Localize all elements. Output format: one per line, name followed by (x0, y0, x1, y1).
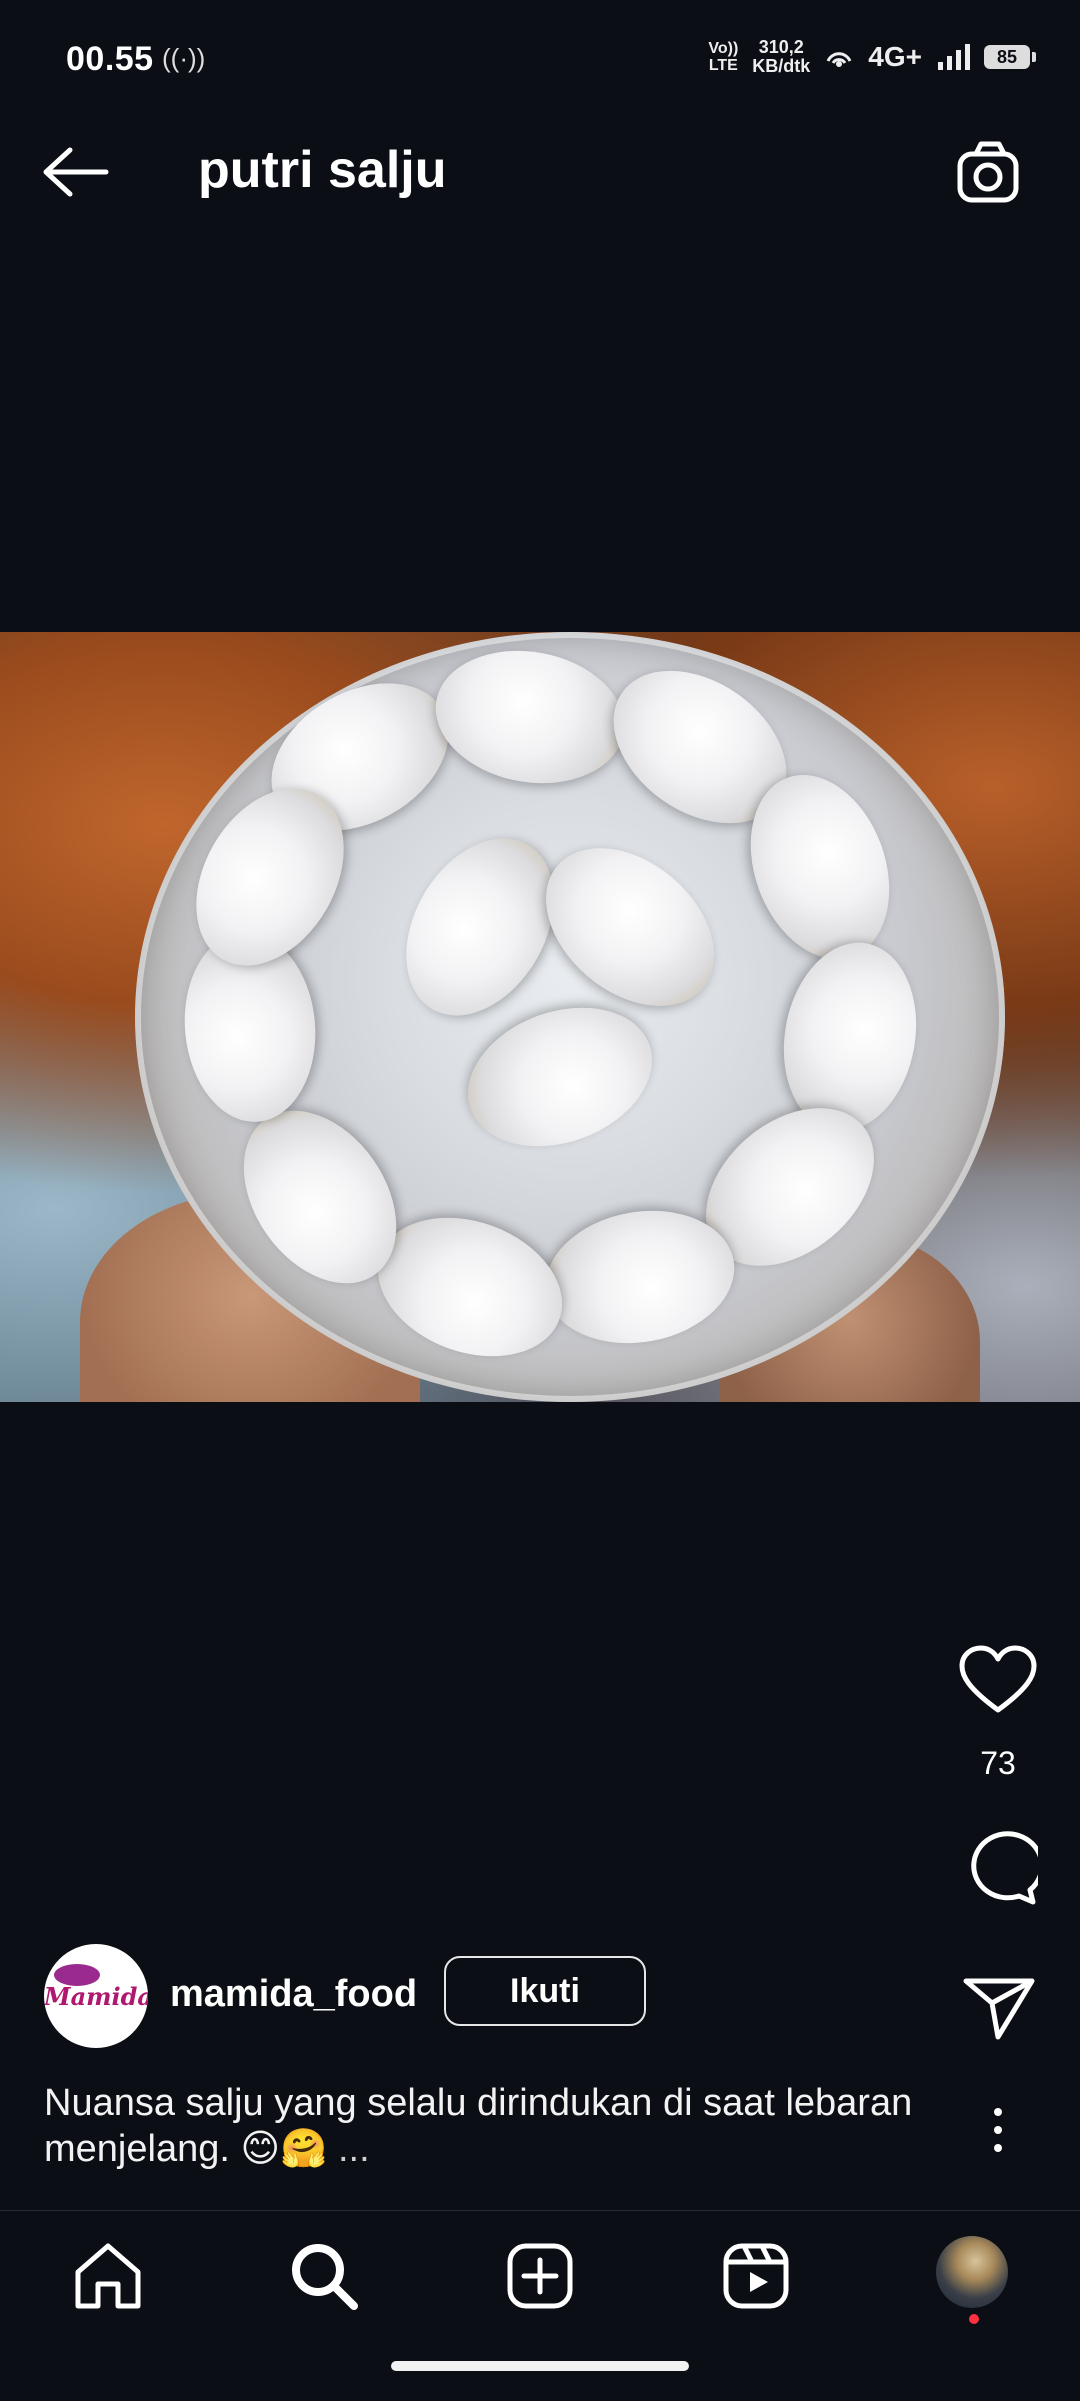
hotspot-icon: ((·)) (162, 43, 206, 73)
battery-icon: 85 (984, 45, 1036, 69)
page-title: putri salju (198, 141, 447, 199)
author-avatar[interactable]: Mamida (44, 1944, 148, 2048)
notification-dot (969, 2314, 979, 2324)
nav-reels[interactable] (716, 2236, 796, 2316)
cookie (425, 636, 635, 798)
back-button[interactable] (40, 142, 112, 202)
network-speed: 310,2 KB/dtk (752, 37, 811, 76)
nav-create[interactable] (500, 2236, 580, 2316)
camera-button[interactable] (954, 138, 1026, 206)
signal-icon (938, 44, 970, 70)
author-username[interactable]: mamida_food (170, 1973, 417, 2016)
send-icon (963, 1978, 1035, 2040)
network-type: 4G+ (868, 41, 922, 72)
search-icon (292, 2244, 358, 2310)
nav-profile-avatar[interactable] (936, 2236, 1008, 2308)
caption-text: Nuansa salju yang selalu dirindukan di s… (44, 2082, 913, 2170)
reels-icon (723, 2243, 789, 2309)
follow-button[interactable]: Ikuti (444, 1956, 646, 2026)
avatar-logo-text: Mamida (44, 1982, 148, 2011)
caption-more[interactable]: ... (327, 2128, 370, 2170)
home-icon (75, 2243, 141, 2309)
cookie-jar-image (135, 632, 1005, 1402)
cookie (769, 932, 931, 1142)
status-bar: 00.55 ((·)) Vo)) LTE 310,2 KB/dtk 4G+ 85 (0, 0, 1080, 100)
wifi-hotspot-icon (826, 52, 852, 67)
more-options-button[interactable] (982, 2104, 1014, 2156)
nav-search[interactable] (284, 2236, 364, 2316)
status-indicators: Vo)) LTE 310,2 KB/dtk 4G+ 85 (708, 37, 1036, 76)
heart-icon (959, 1645, 1037, 1713)
camera-icon (957, 141, 1019, 203)
add-icon (507, 2243, 573, 2309)
home-indicator[interactable] (391, 2361, 689, 2371)
cookie (448, 983, 672, 1171)
nav-home[interactable] (68, 2236, 148, 2316)
like-button[interactable] (958, 1644, 1038, 1716)
like-count: 73 (980, 1745, 1016, 1781)
status-time: 00.55 (66, 40, 154, 78)
share-button[interactable] (962, 1975, 1036, 2041)
post-image[interactable] (0, 632, 1080, 1402)
comment-icon (971, 1831, 1045, 1905)
more-vertical-icon (994, 2108, 1002, 2152)
comment-button[interactable] (958, 1830, 1045, 1906)
post-caption[interactable]: Nuansa salju yang selalu dirindukan di s… (44, 2080, 944, 2172)
volte-icon: Vo)) LTE (708, 40, 739, 74)
arrow-left-icon (43, 147, 109, 197)
